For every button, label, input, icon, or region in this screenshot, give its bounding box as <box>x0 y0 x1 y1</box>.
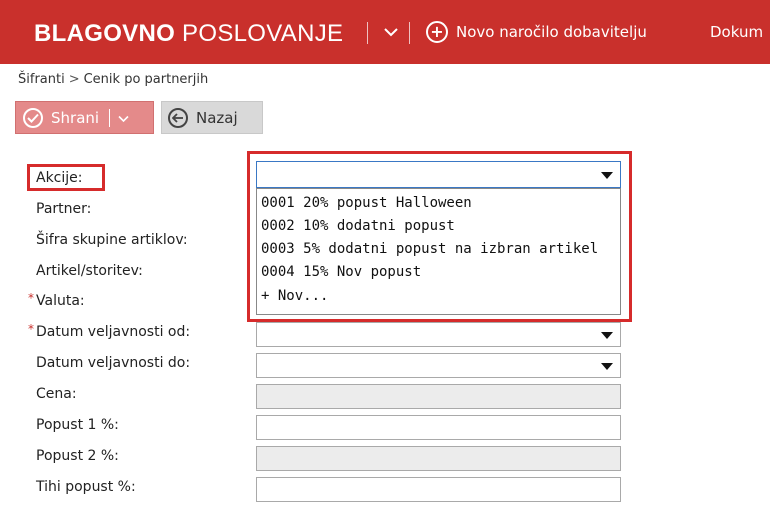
label-discount-1: Popust 1 %: <box>36 417 119 433</box>
header-divider <box>367 22 368 44</box>
chevron-down-icon[interactable] <box>380 21 402 43</box>
caret-down-icon <box>601 332 613 339</box>
dropdown-highlight <box>247 151 632 322</box>
label-price: Cena: <box>36 386 77 402</box>
save-split-divider <box>109 108 111 127</box>
label-item-group-code: Šifra skupine artiklov: <box>36 232 188 248</box>
label-valid-to: Datum veljavnosti do: <box>36 355 191 371</box>
chevron-down-icon[interactable] <box>118 109 129 127</box>
required-marker: * <box>28 322 34 336</box>
label-partner: Partner: <box>36 201 92 217</box>
check-circle-icon <box>23 107 43 128</box>
label-akcije: Akcije: <box>36 170 83 186</box>
docs-menu[interactable]: Dokum <box>710 23 763 41</box>
header-divider <box>409 22 410 44</box>
breadcrumb: Šifranti > Cenik po partnerjih <box>18 72 208 87</box>
new-order-button[interactable]: + Novo naročilo dobavitelju <box>426 21 647 43</box>
new-order-label: Novo naročilo dobavitelju <box>456 23 647 41</box>
label-valid-from: Datum veljavnosti od: <box>36 324 191 340</box>
required-marker: * <box>28 291 34 305</box>
breadcrumb-separator: > <box>68 72 80 87</box>
breadcrumb-current: Cenik po partnerjih <box>83 72 209 87</box>
label-currency: Valuta: <box>36 293 85 309</box>
discount-2-field <box>256 446 621 471</box>
silent-discount-field[interactable] <box>256 477 621 502</box>
valid-to-date-select[interactable] <box>256 353 621 378</box>
label-item-service: Artikel/storitev: <box>36 263 143 279</box>
app-title[interactable]: BLAGOVNO POSLOVANJE <box>34 20 343 48</box>
save-button[interactable]: Shrani <box>15 101 154 134</box>
app-title-light: POSLOVANJE <box>182 20 344 47</box>
valid-from-date-select[interactable] <box>256 322 621 347</box>
arrow-left-circle-icon <box>168 107 188 128</box>
caret-down-icon <box>601 363 613 370</box>
label-discount-2: Popust 2 %: <box>36 448 119 464</box>
back-button[interactable]: Nazaj <box>161 101 263 134</box>
back-label: Nazaj <box>196 108 238 127</box>
label-silent-discount: Tihi popust %: <box>36 479 136 495</box>
plus-circle-icon: + <box>426 21 448 43</box>
app-title-bold: BLAGOVNO <box>34 20 176 47</box>
discount-1-field[interactable] <box>256 415 621 440</box>
top-header-bar: BLAGOVNO POSLOVANJE + Novo naročilo doba… <box>0 0 770 64</box>
save-label: Shrani <box>51 108 100 127</box>
breadcrumb-root[interactable]: Šifranti <box>18 72 65 87</box>
price-field <box>256 384 621 409</box>
